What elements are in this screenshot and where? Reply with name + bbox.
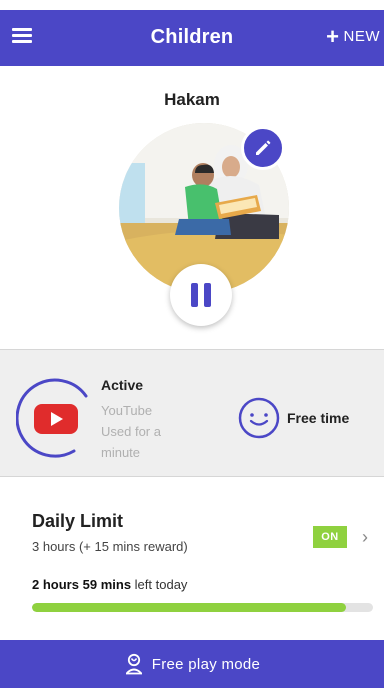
mins-left-value: 59 bbox=[82, 577, 98, 592]
chevron-right-icon[interactable]: › bbox=[362, 527, 368, 548]
plus-icon: + bbox=[326, 23, 340, 49]
activity-status: Active bbox=[101, 377, 144, 393]
pause-icon bbox=[188, 283, 214, 307]
free-time-label: Free time bbox=[287, 410, 350, 426]
usage-duration: Used for a minute bbox=[101, 424, 161, 460]
daily-limit-toggle[interactable]: ON bbox=[313, 526, 347, 548]
time-left-today: 2 hours 59 mins left today bbox=[32, 577, 187, 592]
activity-details: YouTube Used for a minute bbox=[101, 400, 191, 463]
smile-icon bbox=[238, 397, 280, 439]
pencil-icon bbox=[256, 140, 271, 155]
free-play-mode-label: Free play mode bbox=[151, 655, 261, 673]
current-app-name: YouTube bbox=[101, 403, 153, 418]
hours-left-value: 2 bbox=[32, 577, 40, 592]
daily-limit-detail: 3 hours (+ 15 mins reward) bbox=[32, 539, 188, 554]
child-name: Hakam bbox=[164, 90, 220, 109]
youtube-icon bbox=[34, 404, 78, 434]
pause-button[interactable] bbox=[170, 264, 232, 326]
hours-left-word: hours bbox=[42, 577, 79, 592]
person-play-icon bbox=[125, 653, 142, 675]
free-time-button[interactable]: Free time bbox=[237, 396, 349, 440]
mins-left-word: mins bbox=[100, 577, 132, 592]
new-button-label: NEW bbox=[343, 28, 380, 45]
daily-limit-progress bbox=[32, 603, 373, 612]
app-screen: Children + NEW Hakam Active YouTube Used… bbox=[0, 0, 384, 688]
daily-limit-title: Daily Limit bbox=[32, 511, 124, 531]
left-today-suffix: left today bbox=[134, 577, 188, 592]
new-child-button[interactable]: + NEW bbox=[326, 23, 380, 49]
free-play-mode-button[interactable]: Free play mode bbox=[0, 640, 384, 688]
edit-child-button[interactable] bbox=[241, 126, 285, 170]
top-app-bar: Children + NEW bbox=[0, 10, 384, 66]
daily-limit-progress-fill bbox=[32, 603, 346, 612]
